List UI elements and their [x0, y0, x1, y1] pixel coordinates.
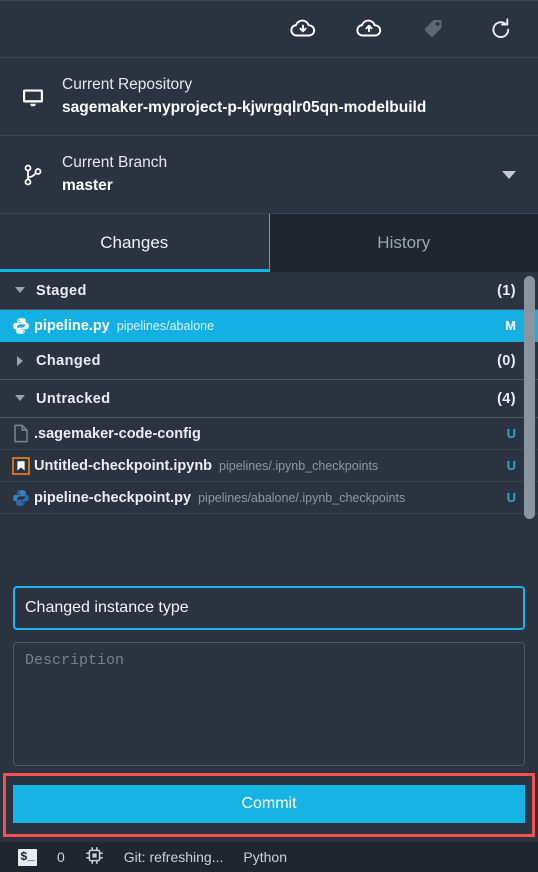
- tab-history-label: History: [377, 233, 431, 252]
- tab-changes[interactable]: Changes: [0, 214, 269, 272]
- vertical-scrollbar[interactable]: [524, 276, 535, 519]
- section-title-staged: Staged: [36, 282, 87, 299]
- section-header-changed[interactable]: Changed (0): [0, 342, 538, 380]
- notebook-file-icon: [8, 456, 34, 475]
- file-path: pipelines/abalone: [116, 318, 215, 333]
- status-badge: M: [505, 318, 516, 333]
- kernel-status-item[interactable]: [75, 842, 114, 872]
- git-status-item[interactable]: Git: refreshing...: [114, 842, 234, 872]
- commit-summary-input[interactable]: [13, 586, 525, 630]
- terminal-status-item[interactable]: $_: [8, 842, 47, 872]
- chevron-down-icon[interactable]: [502, 170, 516, 179]
- section-header-untracked[interactable]: Untracked (4): [0, 380, 538, 418]
- status-badge: U: [506, 458, 516, 473]
- table-row[interactable]: Untitled-checkpoint.ipynb pipelines/.ipy…: [0, 450, 538, 482]
- commit-button-wrapper: Commit: [3, 773, 535, 837]
- file-change-list[interactable]: Staged (1) pipeline.py pipelines/abalone…: [0, 272, 538, 576]
- section-title-untracked: Untracked: [36, 390, 111, 407]
- current-repository-row[interactable]: Current Repository sagemaker-myproject-p…: [0, 58, 538, 136]
- status-badge: U: [506, 426, 516, 441]
- table-row[interactable]: .sagemaker-code-config U: [0, 418, 538, 450]
- current-branch-text: Current Branch master: [62, 152, 167, 197]
- table-row[interactable]: pipeline-checkpoint.py pipelines/abalone…: [0, 482, 538, 514]
- file-name: pipeline-checkpoint.py: [34, 489, 192, 506]
- tab-changes-label: Changes: [100, 233, 169, 252]
- language-status-item[interactable]: Python: [233, 842, 297, 872]
- current-branch-value: master: [62, 176, 113, 194]
- desktop-icon: [14, 85, 52, 109]
- section-header-staged[interactable]: Staged (1): [0, 272, 538, 310]
- file-path: pipelines/abalone/.ipynb_checkpoints: [198, 490, 406, 505]
- commit-description-input[interactable]: [13, 642, 525, 766]
- file-path: pipelines/.ipynb_checkpoints: [219, 458, 379, 473]
- terminal-icon: $_: [18, 848, 37, 866]
- current-branch-label: Current Branch: [62, 154, 168, 172]
- file-name: .sagemaker-code-config: [34, 425, 201, 442]
- python-file-icon: [8, 317, 34, 335]
- cpu-chip-icon: [85, 846, 104, 868]
- commit-form: [0, 576, 538, 771]
- status-bar: $_ 0 Git: refreshing... Python: [0, 842, 538, 872]
- git-toolbar: [0, 0, 538, 58]
- python-file-icon: [8, 489, 34, 507]
- generic-file-icon: [8, 424, 34, 443]
- section-count-changed: (0): [497, 352, 516, 369]
- current-repository-text: Current Repository sagemaker-myproject-p…: [62, 74, 426, 119]
- current-repository-value: sagemaker-myproject-p-kjwrgqlr05qn-model…: [62, 98, 427, 116]
- tag-icon[interactable]: [420, 14, 450, 44]
- status-badge: U: [506, 490, 516, 505]
- section-count-staged: (1): [497, 282, 516, 299]
- current-repository-label: Current Repository: [62, 76, 193, 94]
- section-title-changed: Changed: [36, 352, 101, 369]
- current-branch-row[interactable]: Current Branch master: [0, 136, 538, 214]
- commit-button[interactable]: Commit: [13, 785, 525, 823]
- section-count-untracked: (4): [497, 390, 516, 407]
- panel-tabs: Changes History: [0, 214, 538, 272]
- git-branch-icon: [14, 162, 52, 188]
- cloud-download-icon[interactable]: [288, 14, 318, 44]
- refresh-icon[interactable]: [486, 14, 516, 44]
- file-name: Untitled-checkpoint.ipynb: [34, 457, 213, 474]
- cloud-upload-icon[interactable]: [354, 14, 384, 44]
- table-row[interactable]: pipeline.py pipelines/abalone M: [0, 310, 538, 342]
- terminal-count[interactable]: 0: [47, 842, 75, 872]
- file-name: pipeline.py: [34, 317, 110, 334]
- git-panel: Current Repository sagemaker-myproject-p…: [0, 0, 538, 872]
- tab-history[interactable]: History: [269, 214, 538, 272]
